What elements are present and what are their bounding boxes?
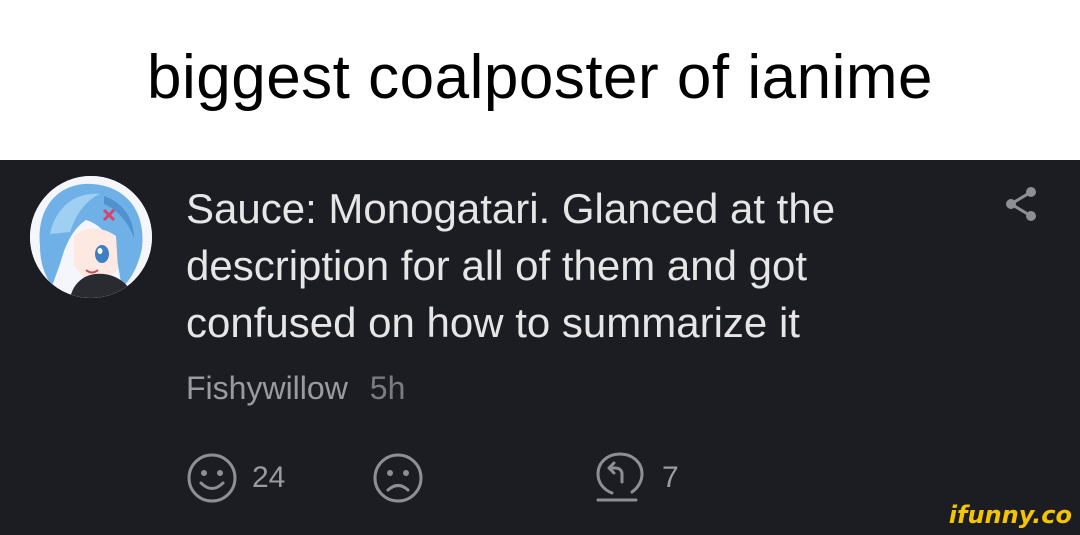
- smile-icon: [187, 453, 237, 503]
- comment-time: 5h: [369, 370, 406, 406]
- frown-icon: [373, 453, 423, 503]
- ifunny-watermark: ifunny.co: [948, 501, 1072, 529]
- caption-text: biggest coalposter of ianime: [146, 42, 933, 112]
- comment-meta: Fishywillow 5h: [186, 370, 405, 407]
- comment-text: Sauce: Monogatari. Glanced at the descri…: [186, 185, 836, 346]
- frown-button[interactable]: [372, 452, 424, 504]
- reply-icon: [596, 452, 644, 502]
- reply-count: 7: [662, 461, 679, 494]
- author-name[interactable]: Fishywillow: [186, 370, 348, 406]
- caption-banner: biggest coalposter of ianime: [0, 0, 1080, 160]
- smile-button[interactable]: 24: [186, 452, 285, 504]
- share-icon: [1006, 187, 1036, 221]
- comment-card: Sauce: Monogatari. Glanced at the descri…: [0, 160, 1080, 535]
- avatar[interactable]: [30, 176, 152, 298]
- reply-button[interactable]: 7: [592, 452, 679, 504]
- avatar-image: [30, 176, 152, 298]
- smile-count: 24: [252, 461, 286, 494]
- share-button[interactable]: [1000, 184, 1040, 224]
